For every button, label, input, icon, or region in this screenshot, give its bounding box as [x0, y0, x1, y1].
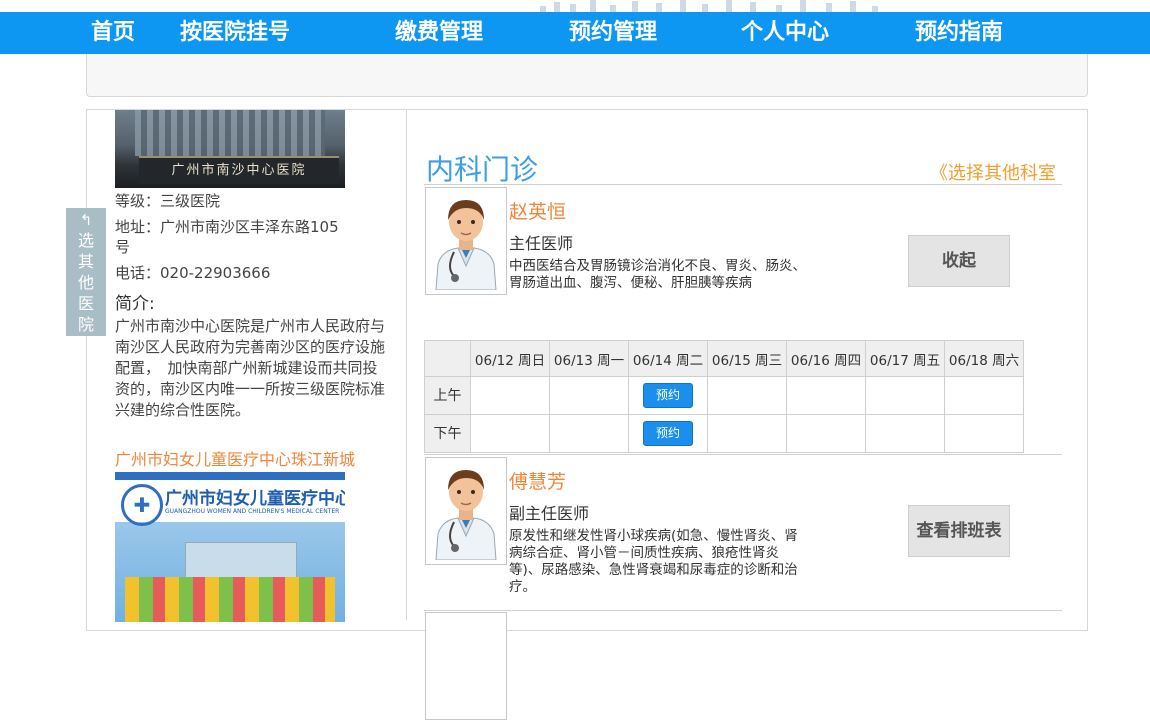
- hospital-photo: 广州市南沙中心医院: [115, 110, 345, 188]
- schedule-day-header: 06/17 周五: [865, 340, 945, 377]
- nav-register-by-hospital[interactable]: 按医院挂号: [180, 12, 290, 54]
- select-other-department-link[interactable]: 《选择其他科室: [930, 159, 1056, 185]
- schedule-day-header: 06/14 周二: [628, 340, 708, 377]
- schedule-slot-cell: 预约: [628, 376, 708, 415]
- doctor-name[interactable]: 赵英恒: [509, 197, 566, 224]
- schedule-period-label: 下午: [424, 414, 471, 453]
- collapse-schedule-button[interactable]: 收起: [908, 235, 1010, 287]
- nav-appointment-management[interactable]: 预约管理: [569, 12, 657, 54]
- doctor-name[interactable]: 傅慧芳: [509, 467, 566, 494]
- department-title: 内科门诊: [426, 153, 539, 186]
- schedule-day-header: 06/12 周日: [470, 340, 550, 377]
- doctor-specialty: 原发性和继发性肾小球疾病(如急、慢性肾炎、肾病综合症、肾小管－间质性疾病、狼疮性…: [509, 528, 798, 595]
- hospital-address-line1: 地址：广州市南沙区丰泽东路105: [115, 218, 339, 236]
- other-hospital-image[interactable]: ✚ 广州市妇女儿童医疗中心 GUANGZHOU WOMEN AND CHILDR…: [115, 472, 345, 622]
- doctor-divider: [424, 610, 1062, 611]
- other-hospital-logo-name: 广州市妇女儿童医疗中心: [165, 489, 345, 509]
- hospital-intro: 广州市南沙中心医院是广州市人民政府与南沙区人民政府为完善南沙区的医疗设施配置， …: [115, 317, 386, 419]
- top-navigation-bar: 首页 按医院挂号 缴费管理 预约管理 个人中心 预约指南: [0, 12, 1150, 54]
- side-tab-char: 他: [77, 273, 94, 292]
- hospital-level: 等级：三级医院: [115, 192, 221, 210]
- doctor-icon: [435, 470, 497, 560]
- hospital-podium-image: [125, 577, 335, 622]
- select-other-hospital-tab[interactable]: ↰ 选 其 他 医 院: [66, 208, 106, 336]
- hospital-building-image: [135, 110, 325, 156]
- schedule-slot-cell: [470, 414, 550, 453]
- schedule-day-header: 06/18 周六: [944, 340, 1024, 377]
- schedule-slot-cell: [865, 376, 945, 415]
- schedule-slot-cell: [786, 376, 866, 415]
- schedule-period-label: 上午: [424, 376, 471, 415]
- doctor-specialty: 中西医结合及胃肠镜诊治消化不良、胃炎、肠炎、胃肠道出血、腹泻、便秘、肝胆胰等疾病: [509, 258, 806, 291]
- schedule-corner-cell: [424, 340, 471, 377]
- side-tab-char: 院: [77, 315, 94, 334]
- side-tab-char: 医: [77, 294, 94, 313]
- schedule-day-header: 06/15 周三: [707, 340, 787, 377]
- schedule-slot-cell: [786, 414, 866, 453]
- schedule-slot-cell: [470, 376, 550, 415]
- doctor-avatar: [425, 612, 507, 720]
- department-divider: [424, 184, 1062, 185]
- side-tab-char: 其: [77, 252, 94, 271]
- schedule-table: 06/12 周日 06/13 周一 06/14 周二 06/15 周三 06/1…: [424, 340, 1024, 453]
- other-hospital-link[interactable]: 广州市妇女儿童医疗中心珠江新城: [115, 446, 355, 470]
- schedule-row: 下午 预约: [424, 414, 1024, 453]
- doctor-divider: [424, 454, 1062, 455]
- schedule-day-header: 06/13 周一: [549, 340, 629, 377]
- medical-cross-logo-icon: ✚: [121, 484, 163, 526]
- hospital-banner-stripe: [115, 472, 345, 480]
- nav-appointment-guide[interactable]: 预约指南: [915, 12, 1003, 54]
- doctor-avatar: [425, 187, 507, 295]
- view-schedule-button[interactable]: 查看排班表: [908, 505, 1010, 557]
- doctor-icon: [435, 200, 497, 290]
- schedule-day-header: 06/16 周四: [786, 340, 866, 377]
- schedule-header-row: 06/12 周日 06/13 周一 06/14 周二 06/15 周三 06/1…: [424, 340, 1024, 377]
- schedule-slot-cell: [549, 376, 629, 415]
- schedule-slot-cell: [707, 376, 787, 415]
- sub-header-bar: [86, 54, 1088, 97]
- doctor-avatar: [425, 457, 507, 565]
- header-skyline-decoration: [530, 0, 890, 12]
- schedule-slot-cell: 预约: [628, 414, 708, 453]
- side-tab-char: 选: [77, 231, 94, 250]
- doctor-title: 副主任医师: [509, 504, 590, 523]
- schedule-slot-cell: [865, 414, 945, 453]
- nav-home[interactable]: 首页: [91, 12, 135, 54]
- other-hospital-logo-english: GUANGZHOU WOMEN AND CHILDREN'S MEDICAL C…: [165, 508, 340, 515]
- schedule-slot-cell: [944, 376, 1024, 415]
- schedule-slot-cell: [944, 414, 1024, 453]
- nav-payment-management[interactable]: 缴费管理: [395, 12, 483, 54]
- return-arrow-icon: ↰: [79, 211, 93, 229]
- nav-personal-center[interactable]: 个人中心: [741, 12, 829, 54]
- schedule-row: 上午 预约: [424, 376, 1024, 415]
- book-appointment-button[interactable]: 预约: [643, 421, 693, 446]
- schedule-slot-cell: [549, 414, 629, 453]
- hospital-intro-title: 简介:: [115, 294, 155, 314]
- hospital-address-line2: 号: [115, 238, 131, 256]
- hospital-phone: 电话：020-22903666: [115, 264, 271, 282]
- hospital-sign: 广州市南沙中心医院: [139, 156, 339, 184]
- book-appointment-button[interactable]: 预约: [643, 383, 693, 408]
- schedule-slot-cell: [707, 414, 787, 453]
- doctor-title: 主任医师: [509, 234, 574, 253]
